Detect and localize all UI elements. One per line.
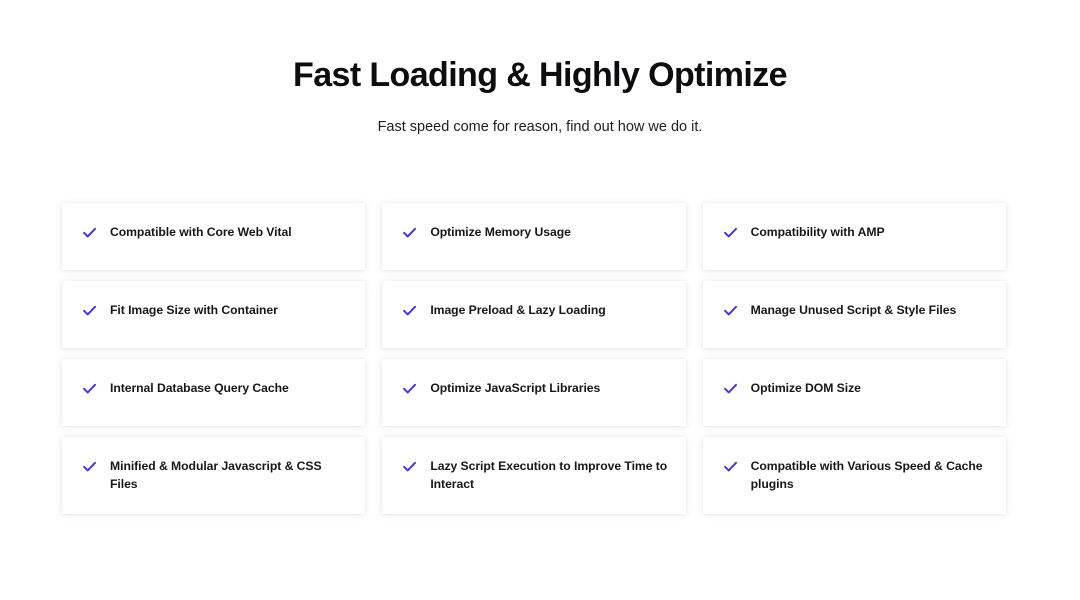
- feature-card[interactable]: Internal Database Query Cache: [62, 359, 366, 426]
- feature-card[interactable]: Minified & Modular Javascript & CSS File…: [62, 437, 366, 515]
- feature-label: Minified & Modular Javascript & CSS File…: [110, 459, 322, 491]
- feature-card[interactable]: Compatible with Core Web Vital: [62, 203, 366, 270]
- feature-card[interactable]: Compatibility with AMP: [702, 203, 1006, 270]
- check-icon: [82, 225, 97, 240]
- check-icon: [402, 381, 417, 396]
- feature-label: Compatible with Various Speed & Cache pl…: [750, 459, 983, 491]
- check-icon: [723, 381, 738, 396]
- check-icon: [402, 459, 417, 474]
- feature-card[interactable]: Manage Unused Script & Style Files: [702, 281, 1006, 348]
- feature-label: Fit Image Size with Container: [110, 303, 278, 317]
- feature-card[interactable]: Fit Image Size with Container: [62, 281, 366, 348]
- page-title: Fast Loading & Highly Optimize: [293, 56, 788, 94]
- feature-label: Compatible with Core Web Vital: [110, 225, 292, 239]
- check-icon: [402, 303, 417, 318]
- feature-label: Optimize JavaScript Libraries: [430, 381, 601, 395]
- feature-card[interactable]: Lazy Script Execution to Improve Time to…: [382, 437, 686, 515]
- check-icon: [723, 459, 738, 474]
- check-icon: [402, 225, 417, 240]
- check-icon: [82, 381, 97, 396]
- feature-card[interactable]: Optimize JavaScript Libraries: [382, 359, 686, 426]
- feature-label: Compatibility with AMP: [750, 225, 885, 239]
- page-header: Fast Loading & Highly Optimize Fast spee…: [0, 0, 1080, 138]
- feature-label: Internal Database Query Cache: [110, 381, 289, 395]
- feature-card[interactable]: Optimize DOM Size: [702, 359, 1006, 426]
- feature-grid: Compatible with Core Web Vital Optimize …: [62, 203, 1006, 515]
- check-icon: [723, 303, 738, 318]
- feature-label: Lazy Script Execution to Improve Time to…: [430, 459, 668, 491]
- feature-card[interactable]: Image Preload & Lazy Loading: [382, 281, 686, 348]
- check-icon: [82, 459, 97, 474]
- feature-highlights-page: Fast Loading & Highly Optimize Fast spee…: [0, 0, 1080, 600]
- check-icon: [82, 303, 97, 318]
- feature-label: Manage Unused Script & Style Files: [750, 303, 957, 317]
- feature-label: Optimize DOM Size: [750, 381, 861, 395]
- feature-label: Image Preload & Lazy Loading: [430, 303, 606, 317]
- feature-card[interactable]: Compatible with Various Speed & Cache pl…: [702, 437, 1006, 515]
- page-subtitle: Fast speed come for reason, find out how…: [377, 119, 703, 136]
- feature-label: Optimize Memory Usage: [430, 225, 571, 239]
- check-icon: [723, 225, 738, 240]
- feature-card[interactable]: Optimize Memory Usage: [382, 203, 686, 270]
